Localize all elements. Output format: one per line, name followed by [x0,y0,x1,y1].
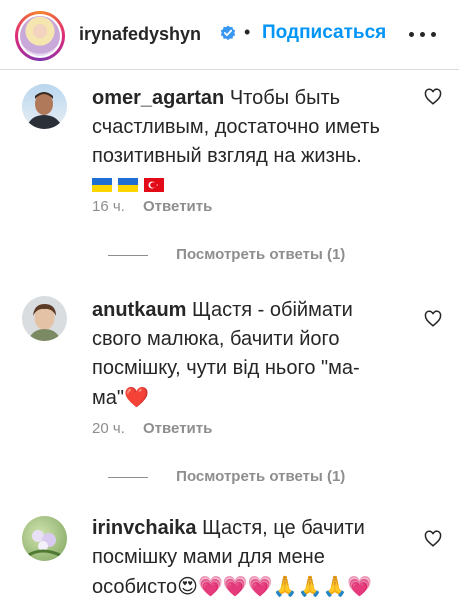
comment-emoji: 😍💗💗💗🙏🙏🙏💗 [177,574,373,598]
comment-time: 20 ч. [92,420,125,437]
ukraine-flag-icon [118,178,138,192]
like-heart-icon[interactable] [424,88,442,106]
view-replies-button[interactable]: Посмотреть ответы (1) [108,246,345,263]
separator-dot: • [244,22,251,42]
turkey-flag-icon [144,178,164,192]
comment-text: irinvchaika Щастя, це бачити посмішку ма… [92,514,392,600]
ukraine-flag-icon [92,178,112,192]
comment-text: anutkaum Щастя - обіймати свого малюка, … [92,296,392,413]
reply-button[interactable]: Ответить [143,198,212,215]
follow-button[interactable]: Подписаться [262,22,386,44]
more-options-icon[interactable] [407,22,439,46]
commenter-avatar[interactable] [22,296,67,341]
view-replies-button[interactable]: Посмотреть ответы (1) [108,468,345,485]
like-heart-icon[interactable] [424,310,442,328]
comment-meta: 20 ч. Ответить [92,420,212,437]
profile-photo [20,16,60,56]
view-replies-label: Посмотреть ответы (1) [176,468,346,485]
comment-username[interactable]: anutkaum [92,299,186,321]
comment-meta: 16 ч. Ответить [92,198,212,215]
view-replies-label: Посмотреть ответы (1) [176,246,346,263]
comment-text: omer_agartan Чтобы быть счастливым, дост… [92,84,392,200]
comment-time: 16 ч. [92,198,125,215]
post-header: irynafedyshyn • Подписаться [0,0,459,70]
commenter-avatar[interactable] [22,84,67,129]
replies-divider [108,254,148,256]
replies-divider [108,476,148,478]
verified-badge-icon [220,25,236,41]
reply-button[interactable]: Ответить [143,420,212,437]
profile-username[interactable]: irynafedyshyn [79,24,201,45]
comment-username[interactable]: omer_agartan [92,87,224,109]
commenter-avatar[interactable] [22,516,67,561]
comment-emoji: ❤️ [123,385,149,409]
comment-username[interactable]: irinvchaika [92,517,197,539]
like-heart-icon[interactable] [424,530,442,548]
profile-avatar[interactable] [15,11,65,61]
